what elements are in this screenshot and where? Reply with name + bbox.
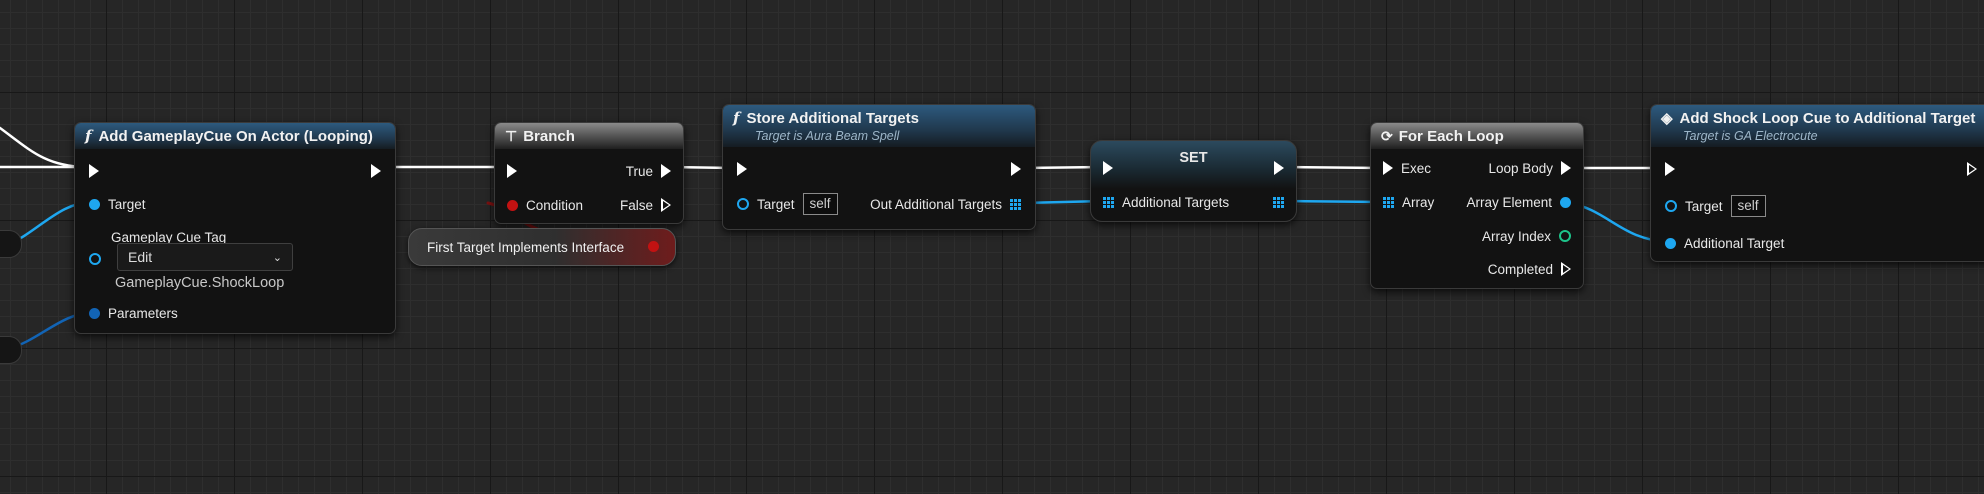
set-array-out-pin[interactable] <box>1273 191 1284 213</box>
shock-target-row[interactable]: Target self <box>1665 195 1766 217</box>
out-additional-targets-label: Out Additional Targets <box>870 196 1002 212</box>
array-element-row[interactable]: Array Element <box>1466 191 1571 213</box>
shock-exec-in-pin[interactable] <box>1665 158 1675 180</box>
cue-tag-value: GameplayCue.ShockLoop <box>115 275 285 291</box>
loop-body-row[interactable]: Loop Body <box>1488 157 1571 179</box>
condition-label: Condition <box>526 197 584 213</box>
set-title: SET <box>1179 150 1208 166</box>
set-additional-targets-label: Additional Targets <box>1122 194 1230 210</box>
function-icon: f <box>85 127 92 145</box>
branch-true-row[interactable]: True <box>626 160 671 182</box>
parameters-pin-label: Parameters <box>108 305 178 321</box>
function-icon: f <box>733 109 740 127</box>
shock-target-label: Target <box>1685 198 1723 214</box>
event-icon: ◈ <box>1661 110 1673 127</box>
branch-title: Branch <box>523 127 575 145</box>
add-gameplay-cue-node[interactable]: f Add GameplayCue On Actor (Looping) Tar… <box>74 122 396 334</box>
branch-icon: ⊤ <box>505 127 518 144</box>
branch-header[interactable]: ⊤ Branch <box>495 123 683 149</box>
store-target-pin[interactable] <box>737 198 749 210</box>
add-shock-loop-cue-node[interactable]: ◈ Add Shock Loop Cue to Additional Target… <box>1650 104 1984 262</box>
branch-node[interactable]: ⊤ Branch True Condition False <box>494 122 684 224</box>
array-element-pin[interactable] <box>1560 196 1571 208</box>
for-each-loop-node[interactable]: ⟳ For Each Loop Exec Loop Body Array Arr… <box>1370 122 1584 289</box>
add-gameplay-cue-title: Add GameplayCue On Actor (Looping) <box>98 127 373 145</box>
store-additional-targets-node[interactable]: f Store Additional Targets Target is Aura… <box>722 104 1036 230</box>
edit-label: Edit <box>128 249 153 265</box>
array-element-label: Array Element <box>1466 194 1552 210</box>
interface-check-label: First Target Implements Interface <box>427 239 625 255</box>
shock-target-pin[interactable] <box>1665 200 1677 212</box>
add-gameplay-cue-header[interactable]: f Add GameplayCue On Actor (Looping) <box>75 123 395 149</box>
store-targets-subtitle: Target is Aura Beam Spell <box>755 129 900 143</box>
store-target-label: Target <box>757 196 795 212</box>
loop-icon: ⟳ <box>1381 127 1393 144</box>
additional-target-row[interactable]: Additional Target <box>1665 232 1784 254</box>
cue-tag-pin[interactable] <box>89 248 101 270</box>
target-pin-label: Target <box>108 196 146 212</box>
array-pin-icon[interactable] <box>1103 196 1114 208</box>
exec-out-pin[interactable] <box>371 160 381 182</box>
array-index-label: Array Index <box>1481 228 1551 244</box>
loop-body-label: Loop Body <box>1488 160 1553 176</box>
store-exec-in-pin[interactable] <box>737 158 747 180</box>
array-pin-icon[interactable] <box>1383 196 1394 208</box>
for-each-header[interactable]: ⟳ For Each Loop <box>1371 123 1583 149</box>
completed-label: Completed <box>1487 261 1553 277</box>
cue-tag-edit-dropdown[interactable]: Edit ⌄ <box>117 243 293 271</box>
set-exec-out-pin[interactable] <box>1274 157 1284 179</box>
interface-bool-out-pin[interactable] <box>648 241 659 252</box>
false-exec-pin[interactable] <box>661 198 671 212</box>
set-additional-targets-row[interactable]: Additional Targets <box>1103 191 1229 213</box>
store-target-row[interactable]: Target self <box>737 193 838 215</box>
false-label: False <box>619 197 653 213</box>
out-additional-targets-row[interactable]: Out Additional Targets <box>870 193 1021 215</box>
condition-pin-row[interactable]: Condition <box>507 194 583 216</box>
true-label: True <box>625 163 653 179</box>
shock-exec-out-pin[interactable] <box>1967 158 1977 180</box>
target-pin-row[interactable]: Target <box>89 193 146 215</box>
add-shock-title: Add Shock Loop Cue to Additional Target <box>1679 110 1976 127</box>
exec-row[interactable]: Exec <box>1383 157 1431 179</box>
chevron-down-icon: ⌄ <box>272 251 282 264</box>
set-exec-in-pin[interactable] <box>1103 157 1113 179</box>
for-each-title: For Each Loop <box>1398 127 1504 145</box>
target-pin[interactable] <box>89 198 100 210</box>
true-exec-pin[interactable] <box>661 164 671 178</box>
parameters-pin[interactable] <box>89 307 100 319</box>
array-index-row[interactable]: Array Index <box>1482 225 1571 247</box>
branch-exec-in-pin[interactable] <box>507 160 517 182</box>
array-label: Array <box>1402 194 1435 210</box>
add-shock-subtitle: Target is GA Electrocute <box>1683 129 1818 143</box>
loop-exec-in-pin[interactable] <box>1383 161 1393 175</box>
exec-in-pin[interactable] <box>89 160 99 182</box>
completed-exec-pin[interactable] <box>1561 262 1571 276</box>
store-target-self-input[interactable]: self <box>802 193 838 215</box>
shock-target-self-input[interactable]: self <box>1730 195 1766 217</box>
set-node[interactable]: SET Additional Targets <box>1090 140 1297 222</box>
exec-label: Exec <box>1401 160 1432 176</box>
store-exec-out-pin[interactable] <box>1011 158 1021 180</box>
additional-target-pin[interactable] <box>1665 237 1676 249</box>
store-targets-title: Store Additional Targets <box>746 110 919 127</box>
loop-body-exec-pin[interactable] <box>1561 161 1571 175</box>
array-pin-icon[interactable] <box>1010 198 1021 210</box>
store-targets-header[interactable]: f Store Additional Targets Target is Aura… <box>723 105 1035 147</box>
first-target-implements-interface-node[interactable]: First Target Implements Interface <box>408 228 676 266</box>
completed-row[interactable]: Completed <box>1488 258 1571 280</box>
additional-target-label: Additional Target <box>1684 235 1785 251</box>
parameters-pin-row[interactable]: Parameters <box>89 302 178 324</box>
branch-false-row[interactable]: False <box>620 194 671 216</box>
condition-pin[interactable] <box>507 199 518 211</box>
exec-wire-incoming <box>0 126 87 169</box>
add-shock-header[interactable]: ◈ Add Shock Loop Cue to Additional Target… <box>1651 105 1984 147</box>
array-index-pin[interactable] <box>1559 230 1571 242</box>
array-row[interactable]: Array <box>1383 191 1434 213</box>
